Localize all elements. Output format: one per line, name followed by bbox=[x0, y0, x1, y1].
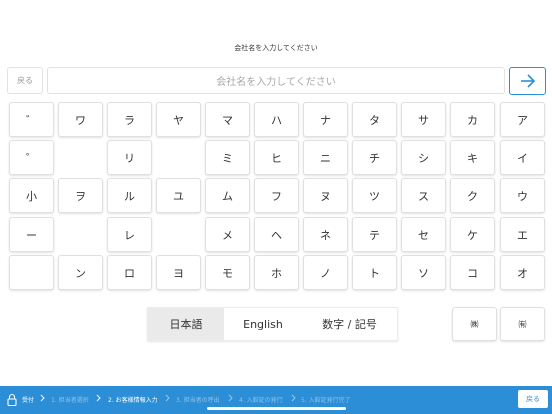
kana-key[interactable]: ヲ bbox=[58, 178, 103, 213]
kana-key[interactable]: チ bbox=[352, 140, 397, 175]
kana-key[interactable]: ロ bbox=[107, 255, 152, 290]
step-select-staff: 1. 担当者選択 bbox=[51, 397, 89, 404]
kana-key[interactable]: キ bbox=[450, 140, 495, 175]
kana-key[interactable]: ユ bbox=[156, 178, 201, 213]
kana-key[interactable]: ヨ bbox=[156, 255, 201, 290]
kana-key[interactable]: ゜ bbox=[9, 140, 54, 175]
kana-key[interactable]: リ bbox=[107, 140, 152, 175]
kana-key[interactable]: ニ bbox=[303, 140, 348, 175]
kana-key[interactable]: タ bbox=[352, 102, 397, 137]
page-prompt: 会社名を入力してください bbox=[234, 44, 318, 52]
kana-key[interactable]: モ bbox=[205, 255, 250, 290]
arrow-right-icon bbox=[520, 74, 535, 88]
kana-key[interactable]: カ bbox=[450, 102, 495, 137]
kana-key[interactable]: オ bbox=[500, 255, 545, 290]
kana-key[interactable]: ミ bbox=[205, 140, 250, 175]
kana-key[interactable]: ノ bbox=[303, 255, 348, 290]
kana-key[interactable]: ケ bbox=[450, 217, 495, 252]
kana-key[interactable]: ホ bbox=[254, 255, 299, 290]
kana-key[interactable]: マ bbox=[205, 102, 250, 137]
chevron-right-icon bbox=[228, 394, 233, 402]
kana-key[interactable]: ム bbox=[205, 178, 250, 213]
kana-key[interactable]: フ bbox=[254, 178, 299, 213]
step-call-staff: 3. 担当者の呼出 bbox=[176, 397, 220, 404]
kana-key[interactable]: ン bbox=[58, 255, 103, 290]
key-blank[interactable] bbox=[9, 255, 54, 290]
tab-english[interactable]: English bbox=[224, 308, 302, 340]
kana-key[interactable]: ヒ bbox=[254, 140, 299, 175]
step-customer-info: 2. お客様情報入力 bbox=[108, 397, 158, 404]
tab-japanese[interactable]: 日本語 bbox=[148, 308, 224, 340]
chevron-right-icon bbox=[165, 394, 170, 402]
kana-key[interactable]: イ bbox=[500, 140, 545, 175]
kana-key[interactable]: ー bbox=[9, 217, 54, 252]
lock-icon bbox=[7, 393, 17, 406]
kana-key[interactable]: ワ bbox=[58, 102, 103, 137]
kana-key[interactable]: ヌ bbox=[303, 178, 348, 213]
language-tabs: 日本語 English 数字 / 記号 bbox=[147, 307, 398, 341]
kana-key[interactable]: セ bbox=[401, 217, 446, 252]
kana-key[interactable]: ウ bbox=[500, 178, 545, 213]
kana-key[interactable]: 小 bbox=[9, 178, 54, 213]
kana-key[interactable]: エ bbox=[500, 217, 545, 252]
chevron-right-icon bbox=[96, 394, 101, 402]
kana-key[interactable]: ハ bbox=[254, 102, 299, 137]
step-pass-complete: 5. 入館証発行完了 bbox=[301, 397, 351, 404]
kana-key[interactable]: テ bbox=[352, 217, 397, 252]
kabushiki-key[interactable]: ㈱ bbox=[452, 307, 497, 341]
kana-key[interactable]: サ bbox=[401, 102, 446, 137]
kana-key[interactable]: シ bbox=[401, 140, 446, 175]
kana-key[interactable]: ネ bbox=[303, 217, 348, 252]
kana-key[interactable]: ツ bbox=[352, 178, 397, 213]
kana-key[interactable]: コ bbox=[450, 255, 495, 290]
tab-numbers-symbols[interactable]: 数字 / 記号 bbox=[302, 308, 397, 340]
kana-key[interactable]: ラ bbox=[107, 102, 152, 137]
kana-key[interactable]: レ bbox=[107, 217, 152, 252]
step-issue-pass: 4. 入館証の発行 bbox=[239, 397, 283, 404]
bar-back-button[interactable]: 戻る bbox=[518, 390, 548, 408]
kana-key[interactable]: ナ bbox=[303, 102, 348, 137]
step-reception: 受付 bbox=[22, 397, 35, 404]
chevron-right-icon bbox=[291, 394, 296, 402]
yugen-key[interactable]: ㈲ bbox=[500, 307, 545, 341]
kana-key[interactable]: ス bbox=[401, 178, 446, 213]
kana-key[interactable]: ト bbox=[352, 255, 397, 290]
kana-key[interactable]: ク bbox=[450, 178, 495, 213]
chevron-right-icon bbox=[40, 394, 45, 402]
kana-key[interactable]: ア bbox=[500, 102, 545, 137]
home-indicator bbox=[207, 407, 346, 410]
go-button[interactable] bbox=[509, 67, 546, 95]
kana-key[interactable]: ヤ bbox=[156, 102, 201, 137]
kana-key[interactable]: ゛ bbox=[9, 102, 54, 137]
company-name-input[interactable]: 会社名を入力してください bbox=[47, 67, 505, 94]
kana-key[interactable]: ソ bbox=[401, 255, 446, 290]
back-button[interactable]: 戻る bbox=[7, 67, 43, 94]
kana-key[interactable]: ヘ bbox=[254, 217, 299, 252]
kana-key[interactable]: メ bbox=[205, 217, 250, 252]
kana-key[interactable]: ル bbox=[107, 178, 152, 213]
